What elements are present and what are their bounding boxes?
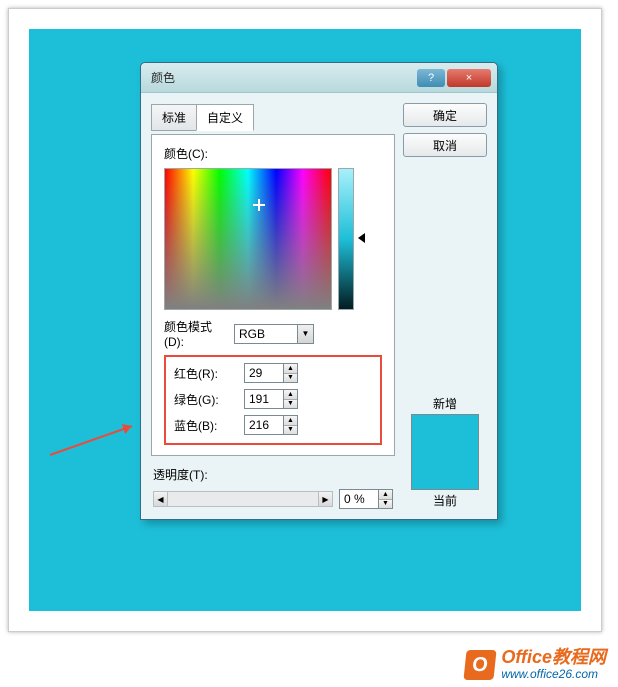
spin-up-icon[interactable]: ▲ [284, 416, 297, 426]
transparency-slider[interactable]: ◀ ▶ [153, 491, 333, 507]
luminance-slider[interactable] [338, 168, 354, 310]
red-spinner[interactable]: ▲▼ [244, 363, 298, 383]
color-preview: 新增 当前 [403, 395, 487, 509]
chevron-down-icon: ▼ [297, 325, 313, 343]
tab-custom[interactable]: 自定义 [196, 104, 254, 131]
spin-down-icon[interactable]: ▼ [284, 426, 297, 435]
spin-down-icon[interactable]: ▼ [284, 374, 297, 383]
rgb-highlight-box: 红色(R): ▲▼ 绿色(G): ▲▼ 蓝色 [164, 355, 382, 445]
current-color-swatch [412, 452, 478, 489]
watermark: O Office教程网 www.office26.com [465, 648, 606, 681]
new-color-swatch [412, 415, 478, 452]
close-button[interactable]: × [447, 69, 491, 87]
slider-left-icon[interactable]: ◀ [154, 492, 168, 506]
transparency-spinner[interactable]: ▲▼ [339, 489, 393, 509]
help-icon: ? [428, 72, 434, 84]
spin-down-icon[interactable]: ▼ [379, 500, 392, 509]
transparency-label: 透明度(T): [153, 466, 393, 483]
green-input[interactable] [245, 390, 283, 408]
tab-strip: 标准 自定义 [151, 103, 395, 130]
color-mode-select[interactable]: RGB ▼ [234, 324, 314, 344]
watermark-logo-icon: O [464, 650, 497, 680]
custom-panel: 颜色(C): 颜色模式(D): RGB ▼ [151, 134, 395, 456]
spin-up-icon[interactable]: ▲ [284, 390, 297, 400]
green-label: 绿色(G): [174, 391, 238, 408]
red-label: 红色(R): [174, 365, 238, 382]
luminance-pointer-icon [358, 233, 365, 243]
transparency-input[interactable] [340, 490, 378, 508]
watermark-url: www.office26.com [501, 668, 606, 681]
help-button[interactable]: ? [417, 69, 445, 87]
current-color-label: 当前 [403, 492, 487, 509]
color-spectrum[interactable] [164, 168, 332, 310]
preview-swatches [411, 414, 479, 490]
dialog-title: 颜色 [151, 69, 417, 86]
spin-up-icon[interactable]: ▲ [379, 490, 392, 500]
red-input[interactable] [245, 364, 283, 382]
transparency-row: 透明度(T): ◀ ▶ ▲▼ [151, 466, 395, 509]
cancel-button[interactable]: 取消 [403, 133, 487, 157]
spin-up-icon[interactable]: ▲ [284, 364, 297, 374]
watermark-title: Office教程网 [501, 648, 606, 668]
blue-spinner[interactable]: ▲▼ [244, 415, 298, 435]
blue-input[interactable] [245, 416, 283, 434]
new-color-label: 新增 [403, 395, 487, 412]
close-icon: × [466, 72, 472, 84]
color-field-label: 颜色(C): [164, 145, 382, 162]
color-mode-label: 颜色模式(D): [164, 318, 228, 349]
color-mode-row: 颜色模式(D): RGB ▼ [164, 318, 382, 349]
slider-right-icon[interactable]: ▶ [318, 492, 332, 506]
spin-down-icon[interactable]: ▼ [284, 400, 297, 409]
dialog-titlebar[interactable]: 颜色 ? × [141, 63, 497, 93]
crosshair-icon [253, 199, 265, 211]
color-mode-value: RGB [235, 327, 297, 341]
green-spinner[interactable]: ▲▼ [244, 389, 298, 409]
ok-button[interactable]: 确定 [403, 103, 487, 127]
color-dialog: 颜色 ? × 标准 自定义 颜色(C): [140, 62, 498, 520]
tab-standard[interactable]: 标准 [151, 104, 196, 131]
blue-label: 蓝色(B): [174, 417, 238, 434]
